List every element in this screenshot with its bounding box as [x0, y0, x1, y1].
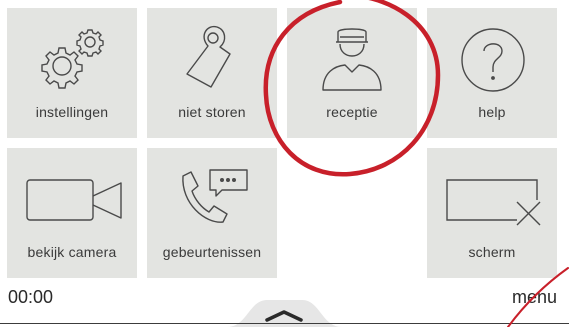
clock: 00:00 [8, 287, 54, 307]
tile-scherm[interactable]: scherm [427, 148, 557, 278]
tile-label: instellingen [35, 104, 109, 120]
tile-instellingen[interactable]: instellingen [7, 8, 137, 138]
screen-off-icon [427, 148, 557, 238]
tile-label: help [478, 104, 506, 120]
tile-help[interactable]: help [427, 8, 557, 138]
tile-label: niet storen [178, 104, 246, 120]
gears-icon [7, 8, 137, 98]
receptionist-icon [287, 8, 417, 98]
tile-receptie[interactable]: receptie [287, 8, 417, 138]
video-camera-icon [7, 148, 137, 238]
tile-label: receptie [326, 104, 378, 120]
tile-gebeurtenissen[interactable]: gebeurtenissen [147, 148, 277, 278]
tile-bekijk-camera[interactable]: bekijk camera [7, 148, 137, 278]
tile-niet-storen[interactable]: niet storen [147, 8, 277, 138]
door-hanger-icon [147, 8, 277, 98]
tile-label: bekijk camera [27, 244, 117, 260]
launcher-screen: instellingen niet storen receptie help b… [0, 0, 569, 327]
bottom-divider [0, 323, 569, 324]
tile-label: gebeurtenissen [162, 244, 262, 260]
question-circle-icon [427, 8, 557, 98]
tile-label: scherm [468, 244, 516, 260]
phone-message-icon [147, 148, 277, 238]
menu-button[interactable]: menu [512, 287, 557, 308]
